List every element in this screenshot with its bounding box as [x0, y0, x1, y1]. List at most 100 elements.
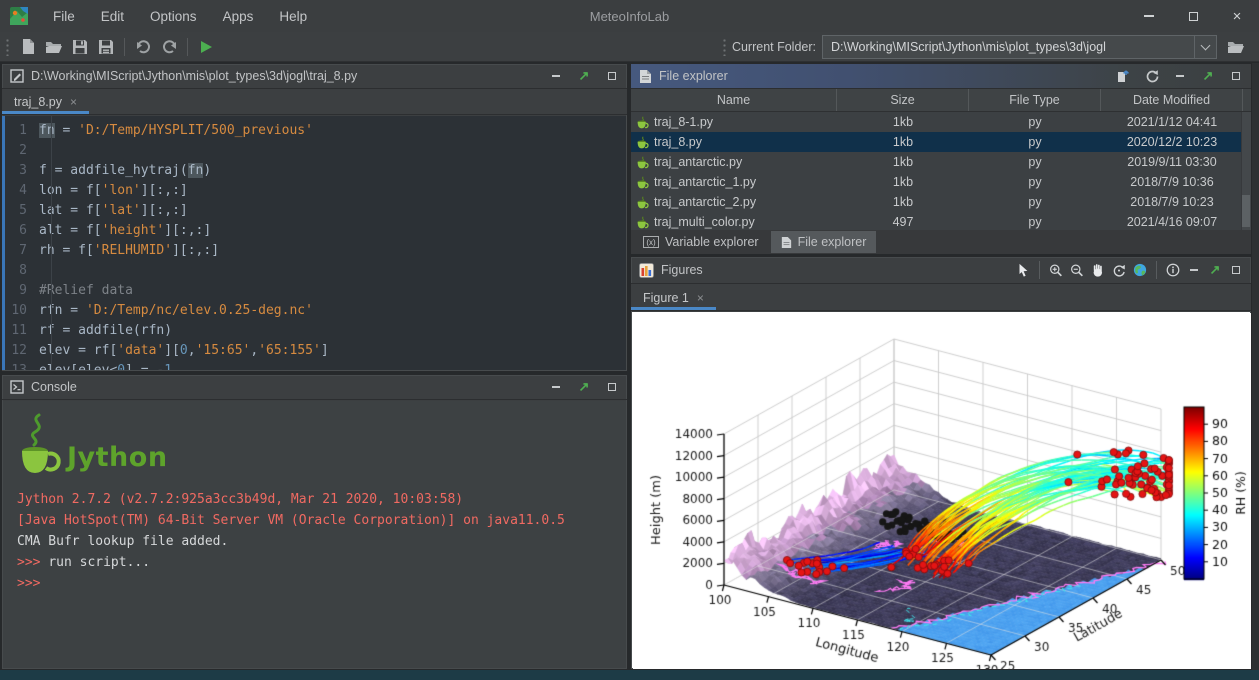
save-as-icon: [98, 39, 114, 55]
scrollbar-thumb[interactable]: [1242, 195, 1250, 227]
globe-icon: [1133, 262, 1147, 278]
code-line: 12elev = rf['data'][0,'15:65','65:155']: [3, 341, 626, 361]
menu-item-options[interactable]: Options: [137, 9, 210, 24]
file-explorer-float-button[interactable]: ↗: [1201, 69, 1215, 83]
console-line: >>>: [17, 573, 612, 594]
cursor-tool-button[interactable]: [1016, 263, 1030, 277]
file-row[interactable]: traj_antarctic_1.py1kbpy2018/7/9 10:36: [631, 172, 1251, 192]
save-button[interactable]: [67, 35, 93, 59]
editor-maximize-button[interactable]: [605, 69, 619, 83]
run-script-button[interactable]: [193, 35, 219, 59]
redo-button[interactable]: [156, 35, 182, 59]
editor-file-path: D:\Working\MIScript\Jython\mis\plot_type…: [31, 69, 357, 83]
window-close-button[interactable]: ×: [1215, 0, 1259, 32]
editor-tab-label: traj_8.py: [14, 95, 62, 109]
file-name: traj_8.py: [654, 135, 702, 149]
line-number: 8: [3, 261, 39, 281]
file-row[interactable]: traj_8-1.py1kbpy2021/1/12 04:41: [631, 112, 1251, 132]
new-file-icon: [21, 38, 36, 55]
file-row[interactable]: traj_antarctic_2.py1kbpy2018/7/9 10:23: [631, 192, 1251, 212]
rotate-tool-button[interactable]: [1112, 263, 1126, 277]
code-line: 11rf = addfile(rfn): [3, 321, 626, 341]
figure-tab-1[interactable]: Figure 1 ×: [631, 285, 716, 310]
explorer-bottom-tabs: (x)Variable explorerFile explorer: [631, 230, 1251, 254]
globe-tool-button[interactable]: [1133, 263, 1147, 277]
figures-maximize-button[interactable]: [1229, 263, 1243, 277]
code-line: 3f = addfile_hytraj(fn): [3, 161, 626, 181]
editor-tab-traj-8[interactable]: traj_8.py ×: [2, 89, 89, 114]
column-header-name[interactable]: Name: [631, 89, 837, 111]
zoom-out-icon: [1070, 262, 1084, 279]
rotate-icon: [1112, 262, 1126, 278]
menu-item-edit[interactable]: Edit: [88, 9, 137, 24]
undo-button[interactable]: [130, 35, 156, 59]
current-folder-input[interactable]: [823, 36, 1194, 58]
tab-close-icon[interactable]: ×: [697, 291, 704, 305]
save-as-button[interactable]: [93, 35, 119, 59]
file-size: 1kb: [837, 155, 969, 169]
file-row[interactable]: traj_antarctic.py1kbpy2019/9/11 03:30: [631, 152, 1251, 172]
code-line: 9#Relief data: [3, 281, 626, 301]
editor-panel: D:\Working\MIScript\Jython\mis\plot_type…: [1, 63, 628, 372]
console-minimize-button[interactable]: [549, 380, 563, 394]
file-name: traj_8-1.py: [654, 115, 713, 129]
editor-minimize-button[interactable]: [549, 69, 563, 83]
editor-float-button[interactable]: ↗: [577, 69, 591, 83]
editor-focus-strip: [2, 116, 5, 370]
file-row[interactable]: traj_multi_color.py497py2021/4/16 09:07: [631, 212, 1251, 230]
jython-logo: Jython: [17, 413, 612, 475]
file-explorer-minimize-button[interactable]: [1173, 69, 1187, 83]
console-output[interactable]: Jython Jython 2.7.2 (v2.7.2:925a3cc3b49d…: [3, 401, 626, 668]
jython-file-icon: [636, 136, 649, 149]
figure-3d-trajectory-plot[interactable]: [633, 313, 1251, 669]
console-maximize-button[interactable]: [605, 380, 619, 394]
console-float-button[interactable]: ↗: [577, 380, 591, 394]
menu-item-apps[interactable]: Apps: [210, 9, 267, 24]
figures-minimize-button[interactable]: [1187, 263, 1201, 277]
refresh-button[interactable]: [1145, 69, 1159, 83]
console-title: Console: [31, 380, 77, 394]
file-row[interactable]: traj_8.py1kbpy2020/12/2 10:23: [631, 132, 1251, 152]
info-tool-button[interactable]: [1166, 263, 1180, 277]
window-minimize-button[interactable]: [1127, 0, 1171, 32]
code-editor[interactable]: 1fn = 'D:/Temp/HYSPLIT/500_previous'23f …: [3, 116, 626, 370]
line-number: 9: [3, 281, 39, 301]
code-line: 7rh = f['RELHUMID'][:,:]: [3, 241, 626, 261]
file-table-scrollbar[interactable]: [1241, 112, 1251, 230]
chart-icon: [639, 263, 654, 278]
file-name: traj_multi_color.py: [654, 215, 755, 229]
zoom-out-tool-button[interactable]: [1070, 263, 1084, 277]
bottom-edge-strip: [0, 670, 1259, 680]
menu-item-help[interactable]: Help: [266, 9, 320, 24]
line-number: 1: [3, 121, 39, 141]
export-file-button[interactable]: [1117, 69, 1131, 83]
figures-float-button[interactable]: ↗: [1208, 263, 1222, 277]
jython-file-icon: [636, 116, 649, 129]
current-folder-dropdown-button[interactable]: [1194, 36, 1216, 58]
open-file-button[interactable]: [41, 35, 67, 59]
file-date: 2019/9/11 03:30: [1101, 155, 1243, 169]
column-header-size[interactable]: Size: [837, 89, 969, 111]
variable-explorer-icon: (x): [643, 236, 659, 248]
file-table-header: NameSizeFile TypeDate Modified: [631, 89, 1251, 112]
zoom-in-tool-button[interactable]: [1049, 263, 1063, 277]
figures-panel: Figures: [630, 256, 1252, 670]
pan-tool-button[interactable]: [1091, 263, 1105, 277]
console-line: >>> run script...: [17, 552, 612, 573]
window-maximize-button[interactable]: [1171, 0, 1215, 32]
tab-close-icon[interactable]: ×: [70, 95, 77, 109]
code-line: 8: [3, 261, 626, 281]
column-header-file-type[interactable]: File Type: [969, 89, 1101, 111]
save-icon: [72, 39, 88, 55]
file-type: py: [969, 115, 1101, 129]
line-number: 13: [3, 361, 39, 370]
file-type: py: [969, 155, 1101, 169]
menu-item-file[interactable]: File: [40, 9, 88, 24]
bottom-tab-file-explorer[interactable]: File explorer: [771, 231, 877, 253]
file-explorer-maximize-button[interactable]: [1229, 69, 1243, 83]
file-date: 2021/1/12 04:41: [1101, 115, 1243, 129]
bottom-tab-variable-explorer[interactable]: (x)Variable explorer: [633, 231, 769, 253]
new-file-button[interactable]: [15, 35, 41, 59]
browse-folder-button[interactable]: [1223, 35, 1249, 59]
column-header-date-modified[interactable]: Date Modified: [1101, 89, 1243, 111]
